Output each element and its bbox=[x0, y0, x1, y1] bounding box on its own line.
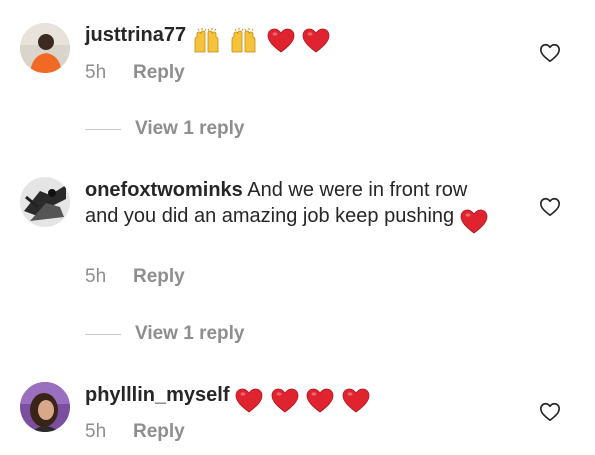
view-replies-label: View 1 reply bbox=[135, 323, 245, 344]
comment-username[interactable]: phylllin_myself bbox=[85, 384, 230, 406]
reply-button[interactable]: Reply bbox=[133, 62, 185, 84]
red-heart-icon bbox=[460, 209, 488, 234]
red-heart-icon bbox=[235, 388, 263, 413]
reply-button[interactable]: Reply bbox=[133, 266, 185, 288]
comment-item: justtrina77 5h Reply View 1 reply bbox=[0, 0, 595, 140]
comment-timestamp: 5h bbox=[85, 266, 107, 287]
raising-hands-icon bbox=[194, 27, 219, 53]
heart-outline-icon bbox=[540, 43, 560, 63]
comment-username[interactable]: justtrina77 bbox=[85, 24, 186, 46]
red-heart-icon bbox=[303, 28, 330, 53]
avatar[interactable] bbox=[20, 382, 70, 432]
red-heart-icon bbox=[271, 388, 299, 413]
raising-hands-icon bbox=[231, 27, 256, 53]
like-button[interactable] bbox=[539, 401, 561, 423]
heart-outline-icon bbox=[540, 197, 560, 217]
reply-button[interactable]: Reply bbox=[133, 421, 185, 443]
like-button[interactable] bbox=[539, 42, 561, 64]
view-replies-button[interactable]: View 1 reply bbox=[85, 118, 245, 140]
heart-outline-icon bbox=[540, 402, 560, 422]
view-replies-label: View 1 reply bbox=[135, 118, 245, 139]
red-heart-icon bbox=[306, 388, 334, 413]
comment-timestamp: 5h bbox=[85, 421, 107, 442]
emoji-group bbox=[460, 208, 490, 235]
view-replies-button[interactable]: View 1 reply bbox=[85, 323, 245, 345]
comment-username[interactable]: onefoxtwominks bbox=[85, 179, 243, 201]
divider-line bbox=[85, 333, 121, 335]
red-heart-icon bbox=[267, 28, 295, 53]
red-heart-icon bbox=[342, 388, 370, 413]
avatar[interactable] bbox=[20, 177, 70, 227]
emoji-group bbox=[235, 387, 372, 414]
comment-timestamp: 5h bbox=[85, 62, 107, 83]
avatar[interactable] bbox=[20, 23, 70, 73]
like-button[interactable] bbox=[539, 196, 561, 218]
divider-line bbox=[85, 128, 121, 130]
emoji-group bbox=[192, 27, 333, 54]
